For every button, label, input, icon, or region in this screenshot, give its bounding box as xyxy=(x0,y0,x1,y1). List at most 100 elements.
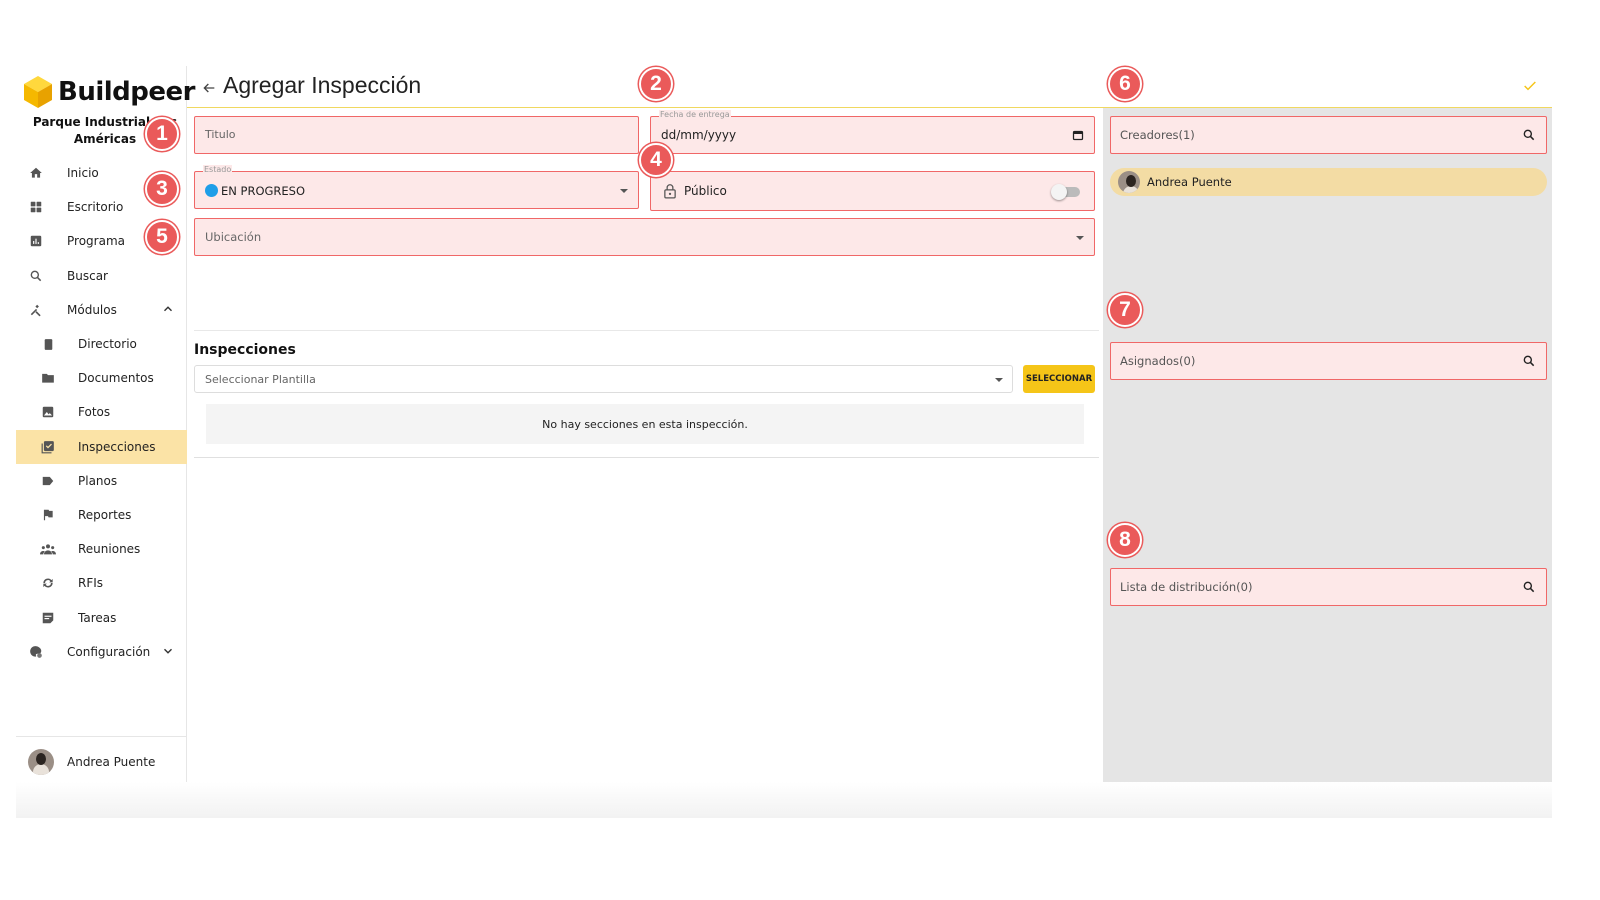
home-icon xyxy=(28,165,44,181)
sidebar-item-directorio[interactable]: Directorio xyxy=(16,327,187,361)
asignados-search[interactable]: Asignados(0) xyxy=(1110,342,1547,380)
asignados-placeholder: Asignados(0) xyxy=(1120,354,1196,368)
page-header: Agregar Inspección xyxy=(187,66,1552,108)
creador-name: Andrea Puente xyxy=(1147,175,1232,189)
sidebar-item-label: RFIs xyxy=(78,576,104,591)
settings-icon xyxy=(28,644,44,660)
back-arrow-icon[interactable] xyxy=(201,80,217,96)
sidebar-item-reportes[interactable]: Reportes xyxy=(16,498,187,532)
sidebar-item-label: Directorio xyxy=(78,337,137,352)
sidebar-item-label: Documentos xyxy=(78,371,154,386)
titulo-placeholder: Titulo xyxy=(205,128,236,141)
sidebar-item-label: Buscar xyxy=(67,268,108,283)
sidebar-item-buscar[interactable]: Buscar xyxy=(16,259,187,293)
sidebar-item-label: Inicio xyxy=(67,166,99,181)
dropdown-arrow-icon xyxy=(1076,236,1084,240)
sidebar-item-tareas[interactable]: Tareas xyxy=(16,600,187,634)
sidebar-item-configuracion[interactable]: Configuración xyxy=(16,635,187,669)
callout-marker-7: 7 xyxy=(1108,293,1142,327)
distribucion-search[interactable]: Lista de distribución(0) xyxy=(1110,568,1547,606)
logo[interactable]: Buildpeer xyxy=(22,72,195,112)
label-icon xyxy=(40,473,56,489)
creadores-search[interactable]: Creadores(1) xyxy=(1110,116,1547,154)
sidebar-item-label: Configuración xyxy=(67,644,151,659)
creador-chip[interactable]: Andrea Puente xyxy=(1110,168,1547,196)
flag-icon xyxy=(40,507,56,523)
sidebar-item-label: Reportes xyxy=(78,507,132,522)
callout-marker-6: 6 xyxy=(1108,67,1142,101)
search-icon[interactable] xyxy=(1522,128,1536,142)
search-icon[interactable] xyxy=(1522,354,1536,368)
estado-label: Estado xyxy=(203,165,233,174)
window-shadow xyxy=(16,782,1552,818)
app-window: Buildpeer Parque Industrial Las Américas… xyxy=(16,66,1552,818)
group-icon xyxy=(40,541,56,557)
sidebar-item-modulos[interactable]: Módulos xyxy=(16,293,187,327)
folder-icon xyxy=(40,370,56,386)
chevron-down-icon[interactable] xyxy=(161,644,175,658)
callout-marker-5: 5 xyxy=(145,220,179,254)
creadores-placeholder: Creadores(1) xyxy=(1120,128,1195,142)
page-title: Agregar Inspección xyxy=(223,72,422,98)
task-icon xyxy=(40,610,56,626)
ubicacion-placeholder: Ubicación xyxy=(205,230,262,244)
sidebar-item-label: Fotos xyxy=(78,405,111,420)
dashboard-icon xyxy=(28,199,44,215)
fecha-entrega-field[interactable]: Fecha de entrega dd/mm/yyyy xyxy=(650,110,1095,154)
publico-toggle-field[interactable]: Público xyxy=(650,171,1095,211)
tools-icon xyxy=(28,302,44,318)
avatar xyxy=(1118,171,1140,193)
distribucion-placeholder: Lista de distribución(0) xyxy=(1120,580,1253,594)
calendar-icon[interactable] xyxy=(1072,129,1084,141)
form-area: Titulo Fecha de entrega dd/mm/yyyy Estad… xyxy=(187,108,1103,818)
estado-value: EN PROGRESO xyxy=(221,184,306,198)
callout-marker-3: 3 xyxy=(145,172,179,206)
estado-select[interactable]: Estado EN PROGRESO xyxy=(194,165,639,209)
sections-container: No hay secciones en esta inspección. xyxy=(194,398,1099,458)
user-profile[interactable]: Andrea Puente xyxy=(16,736,187,776)
dropdown-arrow-icon xyxy=(995,378,1003,382)
fecha-label: Fecha de entrega xyxy=(659,110,731,119)
lock-icon xyxy=(664,184,676,199)
search-icon[interactable] xyxy=(1522,580,1536,594)
sidebar-item-fotos[interactable]: Fotos xyxy=(16,395,187,429)
status-dot xyxy=(205,184,218,197)
sidebar-item-reuniones[interactable]: Reuniones xyxy=(16,532,187,566)
titulo-field[interactable]: Titulo xyxy=(194,116,639,154)
template-select[interactable]: Seleccionar Plantilla xyxy=(194,365,1013,393)
callout-marker-8: 8 xyxy=(1108,523,1142,557)
callout-marker-1: 1 xyxy=(145,117,179,151)
publico-toggle[interactable] xyxy=(1051,184,1080,200)
sidebar-item-rfis[interactable]: RFIs xyxy=(16,566,187,600)
people-panel: Creadores(1) Andrea Puente Asignados(0) … xyxy=(1103,108,1552,782)
ubicacion-select[interactable]: Ubicación xyxy=(194,218,1095,256)
dropdown-arrow-icon xyxy=(620,189,628,193)
checklist-icon xyxy=(40,439,56,455)
sidebar-item-label: Programa xyxy=(67,234,125,249)
inspecciones-title: Inspecciones xyxy=(194,342,296,358)
sidebar-item-documentos[interactable]: Documentos xyxy=(16,361,187,395)
sidebar-item-label: Módulos xyxy=(67,302,117,317)
search-icon xyxy=(28,268,44,284)
chevron-up-icon[interactable] xyxy=(161,302,175,316)
user-name: Andrea Puente xyxy=(67,755,156,769)
empty-sections-message: No hay secciones en esta inspección. xyxy=(206,404,1084,444)
sidebar-item-label: Escritorio xyxy=(67,200,124,215)
book-icon xyxy=(40,336,56,352)
save-check-icon[interactable] xyxy=(1522,78,1538,94)
sidebar-item-label: Planos xyxy=(78,473,118,488)
brand-name: Buildpeer xyxy=(58,77,195,107)
sidebar-item-label: Inspecciones xyxy=(78,439,156,454)
sync-icon xyxy=(40,575,56,591)
bar-chart-icon xyxy=(28,233,44,249)
sidebar-item-inspecciones[interactable]: Inspecciones xyxy=(16,429,187,464)
template-placeholder: Seleccionar Plantilla xyxy=(205,373,316,386)
sidebar-item-label: Tareas xyxy=(78,610,117,625)
seleccionar-button[interactable]: SELECCIONAR xyxy=(1023,365,1095,393)
sidebar-item-label: Reuniones xyxy=(78,542,141,557)
sidebar-item-planos[interactable]: Planos xyxy=(16,464,187,498)
image-icon xyxy=(40,404,56,420)
fecha-placeholder: dd/mm/yyyy xyxy=(661,128,737,142)
divider xyxy=(194,330,1099,331)
publico-label: Público xyxy=(684,184,727,198)
